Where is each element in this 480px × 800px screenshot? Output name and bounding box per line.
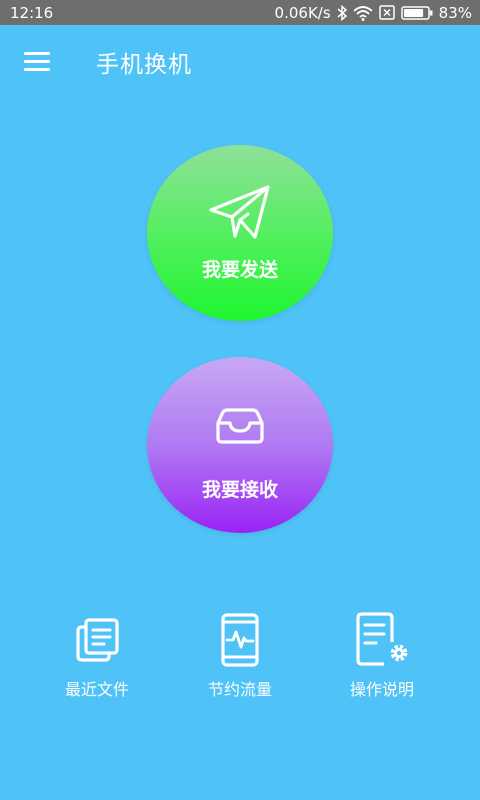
receive-button[interactable]: 我要接收 bbox=[147, 357, 333, 533]
page-title: 手机换机 bbox=[96, 52, 192, 78]
recent-files-button[interactable]: 最近文件 bbox=[32, 610, 162, 700]
wifi-icon bbox=[353, 5, 373, 21]
phone-traffic-icon bbox=[220, 610, 260, 670]
bluetooth-icon bbox=[337, 4, 347, 21]
hamburger-menu-icon[interactable] bbox=[24, 52, 50, 72]
instructions-button[interactable]: 操作说明 bbox=[317, 610, 447, 700]
paper-plane-icon bbox=[208, 181, 272, 245]
no-sim-icon bbox=[378, 5, 395, 20]
document-settings-icon bbox=[352, 610, 412, 670]
app-bar: 手机换机 bbox=[0, 25, 480, 97]
recent-files-label: 最近文件 bbox=[64, 680, 129, 699]
send-label: 我要发送 bbox=[201, 259, 278, 281]
inbox-tray-icon bbox=[215, 401, 265, 451]
save-traffic-button[interactable]: 节约流量 bbox=[175, 610, 305, 700]
status-indicators: 0.06K/s 83% bbox=[275, 4, 472, 22]
send-button[interactable]: 我要发送 bbox=[147, 145, 333, 321]
instructions-label: 操作说明 bbox=[349, 680, 414, 699]
recent-files-icon bbox=[74, 610, 120, 670]
save-traffic-label: 节约流量 bbox=[207, 680, 272, 699]
battery-percent: 83% bbox=[438, 3, 472, 22]
battery-icon bbox=[400, 5, 433, 20]
status-time: 12:16 bbox=[10, 3, 54, 22]
receive-label: 我要接收 bbox=[201, 479, 278, 501]
status-bar: 12:16 0.06K/s 83% bbox=[0, 0, 480, 25]
network-speed: 0.06K/s bbox=[274, 3, 331, 22]
